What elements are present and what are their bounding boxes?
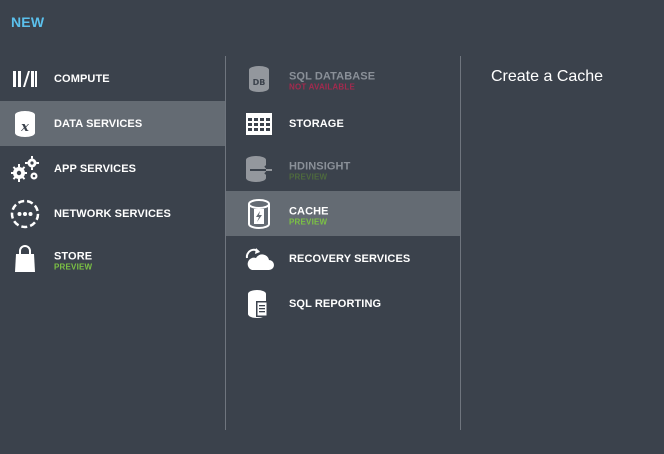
hdinsight-icon: [244, 154, 274, 184]
shopping-bag-icon: [10, 244, 40, 274]
category-data-services[interactable]: x DATA SERVICES: [0, 101, 225, 146]
service-label: RECOVERY SERVICES: [289, 252, 411, 265]
category-list: COMPUTE x DATA SERVICES APP SERVICES NET…: [0, 56, 225, 281]
category-store[interactable]: STORE PREVIEW: [0, 236, 225, 281]
category-label: STORE: [54, 249, 93, 262]
service-sql-reporting[interactable]: SQL REPORTING: [226, 281, 460, 326]
detail-title: Create a Cache: [491, 68, 604, 85]
category-label: DATA SERVICES: [54, 117, 143, 130]
preview-badge: PREVIEW: [289, 172, 328, 182]
service-label: STORAGE: [289, 117, 344, 130]
preview-badge: PREVIEW: [54, 262, 93, 272]
compute-icon: [10, 64, 40, 94]
gears-icon: [10, 154, 40, 184]
service-label: SQL DATABASE: [289, 69, 376, 82]
service-label: HDINSIGHT: [289, 159, 351, 172]
preview-badge: PREVIEW: [289, 217, 328, 227]
category-app-services[interactable]: APP SERVICES: [0, 146, 225, 191]
not-available-badge: NOT AVAILABLE: [289, 82, 356, 92]
service-label: CACHE: [289, 204, 329, 217]
cloud-icon: [244, 244, 274, 274]
service-list: DB SQL DATABASE NOT AVAILABLE STORAGE HD…: [226, 56, 460, 326]
service-sql-database[interactable]: DB SQL DATABASE NOT AVAILABLE: [226, 56, 460, 101]
new-header: NEW: [11, 14, 45, 30]
storage-grid-icon: [244, 109, 274, 139]
column-divider: [460, 56, 461, 430]
svg-text:x: x: [20, 120, 29, 135]
report-icon: [244, 289, 274, 319]
service-label: SQL REPORTING: [289, 297, 382, 310]
database-icon: DB: [244, 64, 274, 94]
category-label: NETWORK SERVICES: [54, 207, 171, 220]
network-icon: [10, 199, 40, 229]
data-services-icon: x: [10, 109, 40, 139]
category-compute[interactable]: COMPUTE: [0, 56, 225, 101]
category-network-services[interactable]: NETWORK SERVICES: [0, 191, 225, 236]
service-recovery-services[interactable]: RECOVERY SERVICES: [226, 236, 460, 281]
category-label: APP SERVICES: [54, 162, 137, 175]
service-storage[interactable]: STORAGE: [226, 101, 460, 146]
service-hdinsight[interactable]: HDINSIGHT PREVIEW: [226, 146, 460, 191]
category-label: COMPUTE: [54, 72, 110, 85]
cache-icon: [244, 198, 274, 229]
svg-text:DB: DB: [253, 78, 266, 87]
service-cache[interactable]: CACHE PREVIEW: [226, 191, 460, 236]
